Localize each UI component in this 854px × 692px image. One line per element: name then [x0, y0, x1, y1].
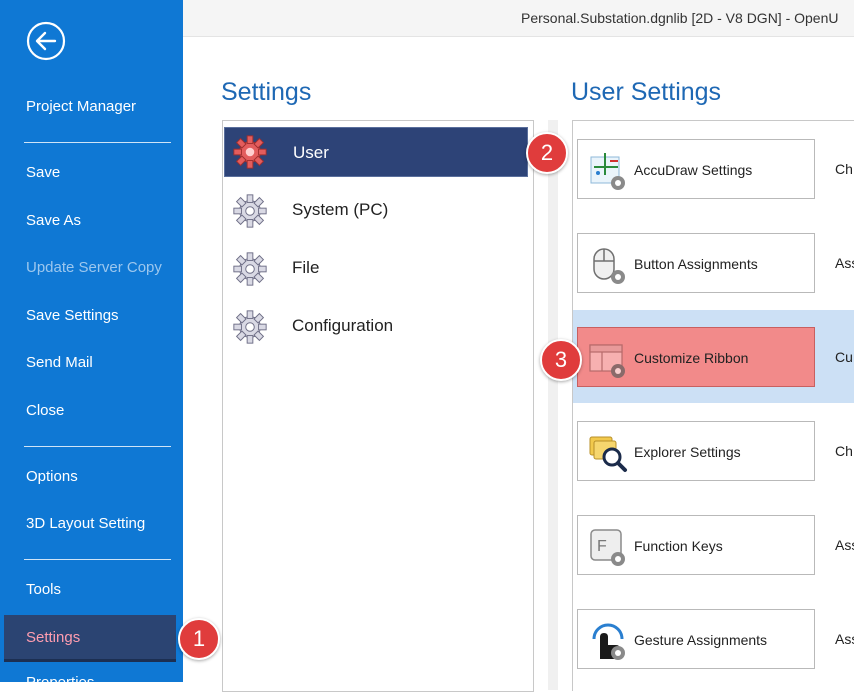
nav-properties[interactable]: Properties — [26, 674, 94, 682]
back-arrow-icon[interactable] — [26, 21, 66, 61]
nav-3d-layout-setting[interactable]: 3D Layout Setting — [26, 515, 145, 532]
customize-ribbon-description: Cu — [835, 349, 853, 365]
function-key-icon: F — [590, 529, 625, 566]
callout-badge-1: 1 — [178, 618, 220, 660]
mouse-icon — [593, 248, 625, 284]
nav-save-settings[interactable]: Save Settings — [26, 307, 119, 324]
category-configuration[interactable]: Configuration — [223, 300, 529, 352]
function-keys-description: Ass — [835, 537, 854, 553]
nav-save[interactable]: Save — [26, 164, 60, 181]
accudraw-settings-button[interactable]: AccuDraw Settings — [577, 139, 815, 199]
gear-icon — [233, 194, 267, 228]
nav-send-mail[interactable]: Send Mail — [26, 354, 93, 371]
settings-heading: Settings — [221, 78, 312, 106]
accudraw-icon — [590, 153, 625, 190]
customize-ribbon-label: Customize Ribbon — [634, 350, 749, 366]
nav-options[interactable]: Options — [26, 468, 78, 485]
divider — [24, 446, 171, 447]
nav-close[interactable]: Close — [26, 402, 64, 419]
backstage-sidebar: Project Manager Save Save As Update Serv… — [0, 0, 183, 682]
explorer-settings-description: Ch — [835, 443, 853, 459]
category-label: Configuration — [292, 316, 394, 335]
svg-text:F: F — [597, 538, 607, 555]
callout-badge-3: 3 — [540, 339, 582, 381]
nav-project-manager[interactable]: Project Manager — [26, 98, 136, 115]
function-keys-label: Function Keys — [634, 538, 723, 554]
customize-ribbon-button[interactable]: Customize Ribbon — [577, 327, 815, 387]
category-file[interactable]: File — [223, 242, 529, 294]
nav-tools[interactable]: Tools — [26, 581, 61, 598]
category-label: System (PC) — [292, 200, 389, 219]
explorer-icon — [589, 436, 627, 472]
callout-badge-2: 2 — [526, 132, 568, 174]
gear-icon — [233, 135, 267, 169]
category-system-pc[interactable]: System (PC) — [223, 184, 529, 236]
window-title: Personal.Substation.dgnlib [2D - V8 DGN]… — [521, 10, 839, 26]
gesture-assignments-label: Gesture Assignments — [634, 632, 768, 648]
button-assignments-label: Button Assignments — [634, 256, 758, 272]
nav-settings[interactable]: Settings — [26, 629, 80, 646]
category-user[interactable]: User — [224, 127, 528, 177]
user-settings-heading: User Settings — [571, 78, 722, 106]
explorer-settings-label: Explorer Settings — [634, 444, 741, 460]
category-label: File — [292, 258, 320, 277]
selection-underline — [4, 659, 176, 662]
gesture-assignments-button[interactable]: Gesture Assignments — [577, 609, 815, 669]
function-keys-button[interactable]: F Function Keys — [577, 515, 815, 575]
explorer-settings-button[interactable]: Explorer Settings — [577, 421, 815, 481]
gear-icon — [233, 310, 267, 344]
nav-update-server-copy: Update Server Copy — [26, 259, 162, 276]
gesture-assignments-description: Ass — [835, 631, 854, 647]
button-assignments-description: Ass — [835, 255, 854, 271]
user-settings-panel — [572, 120, 854, 691]
category-scrollbar[interactable] — [548, 120, 558, 690]
button-assignments-button[interactable]: Button Assignments — [577, 233, 815, 293]
gesture-icon — [592, 623, 625, 660]
ribbon-icon — [589, 344, 625, 378]
gear-icon — [233, 252, 267, 286]
accudraw-description: Ch — [835, 161, 853, 177]
accudraw-settings-label: AccuDraw Settings — [634, 162, 753, 178]
category-label: User — [293, 143, 329, 162]
nav-save-as[interactable]: Save As — [26, 212, 81, 229]
divider — [24, 142, 171, 143]
divider — [24, 559, 171, 560]
category-list: User System (PC) File Configuration — [222, 120, 534, 692]
